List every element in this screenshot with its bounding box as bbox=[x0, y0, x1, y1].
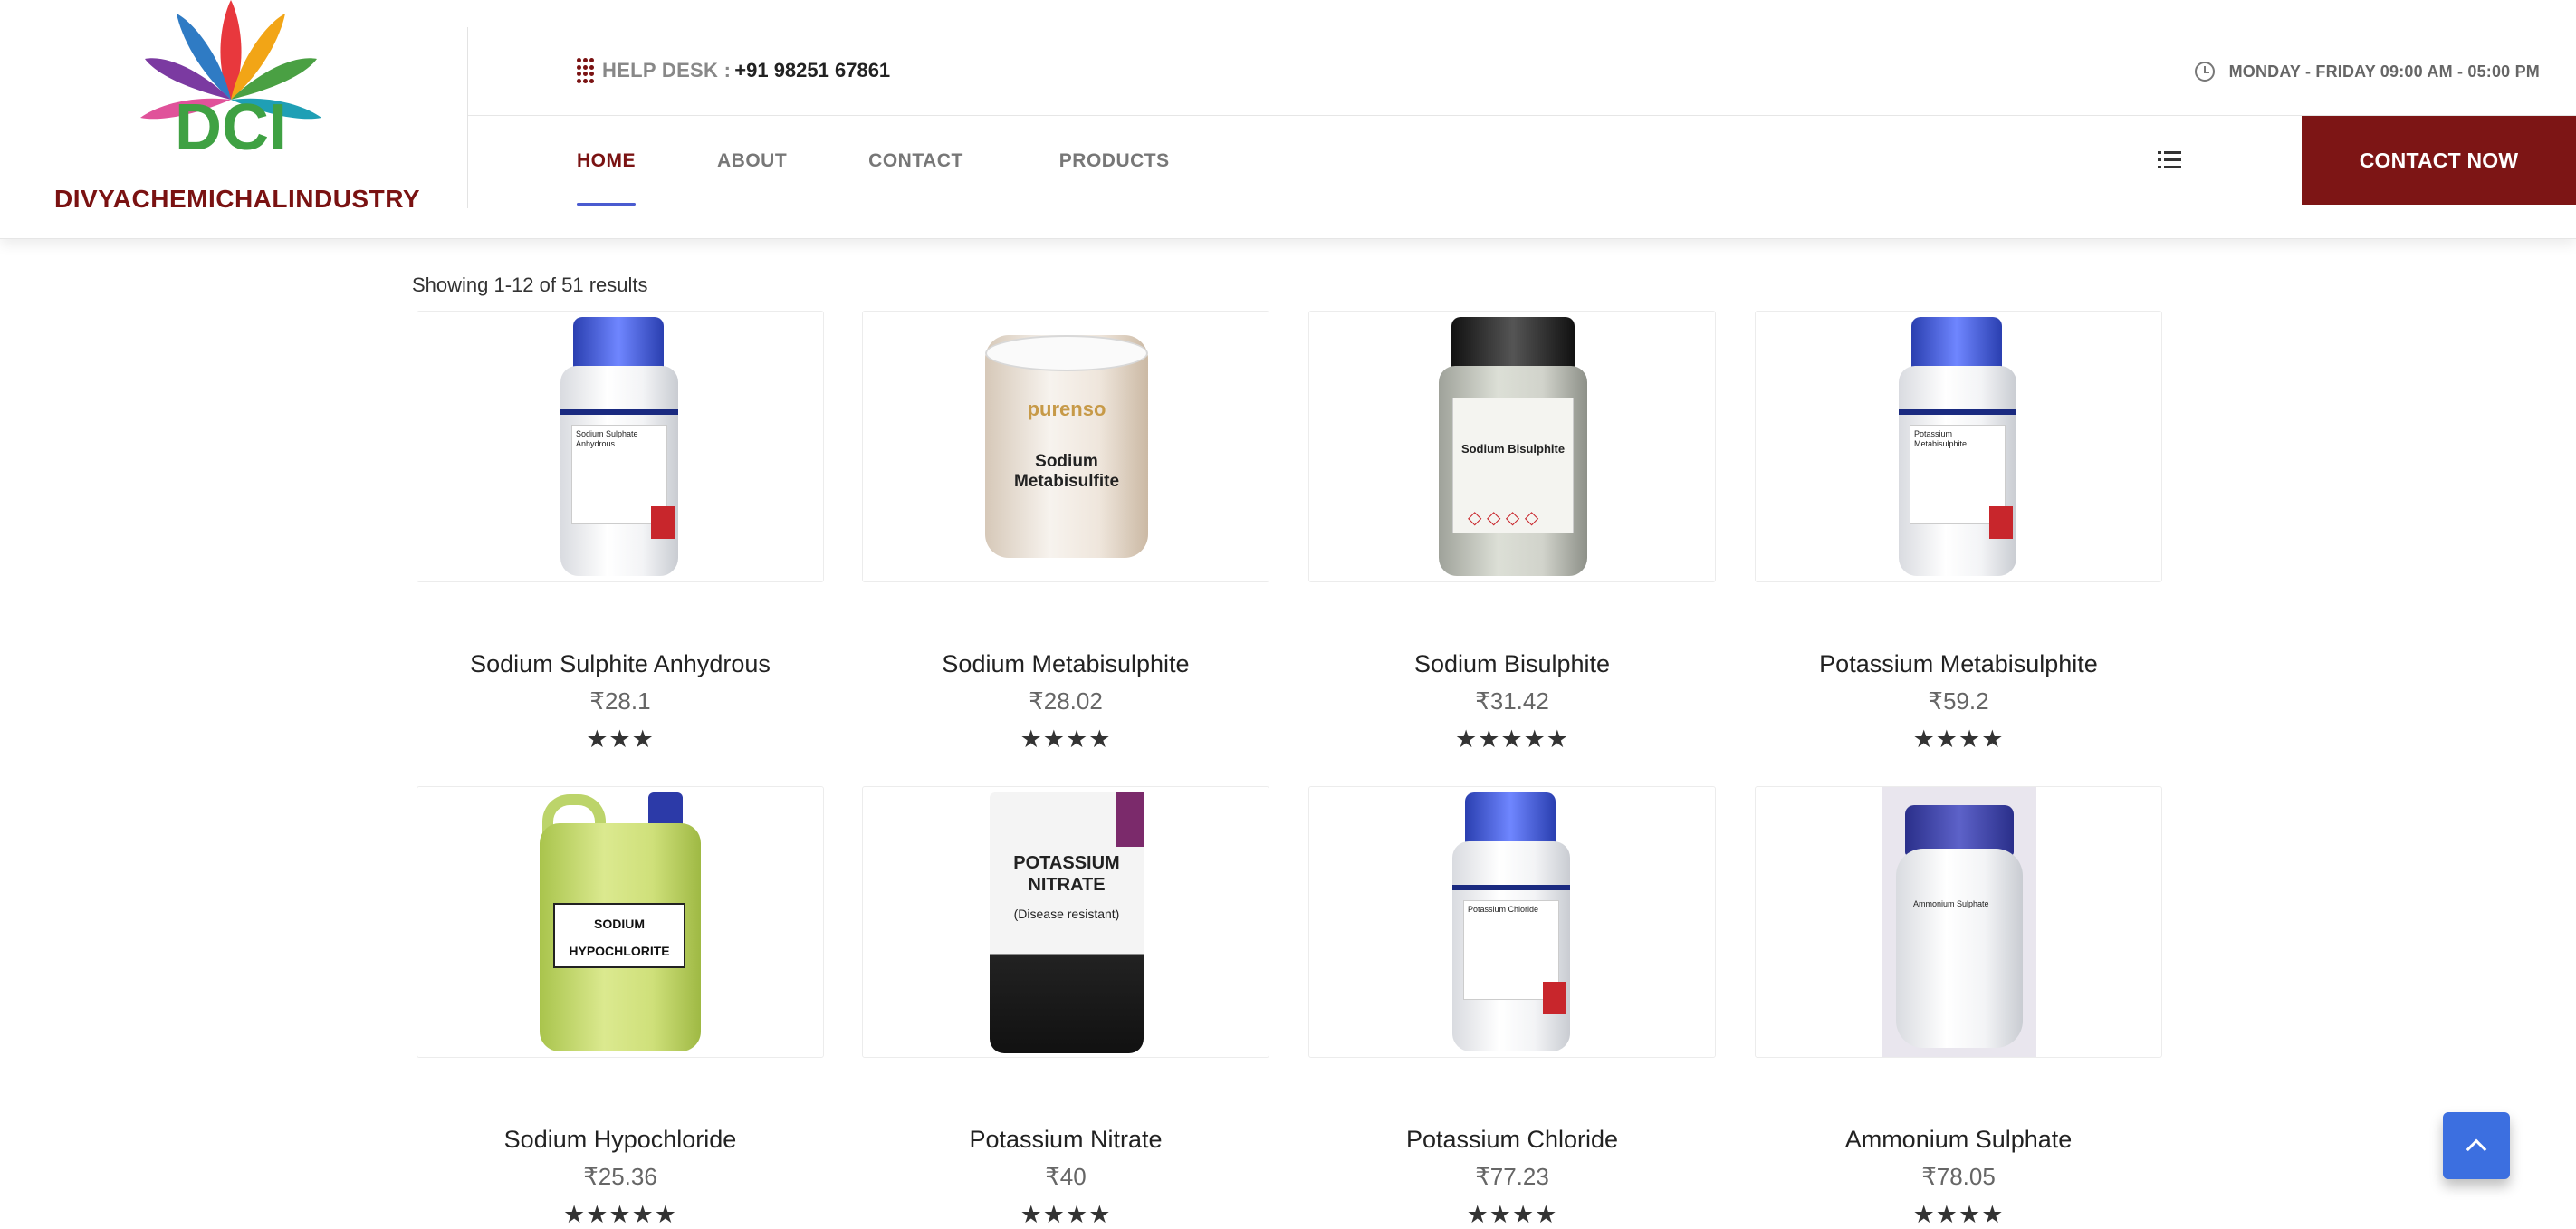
grid-dots-icon bbox=[577, 58, 595, 83]
nav-products[interactable]: PRODUCTS bbox=[1059, 116, 1170, 206]
list-icon[interactable] bbox=[2158, 150, 2181, 170]
rating-stars: ★★★★ bbox=[1912, 1201, 2005, 1228]
clock-icon bbox=[2194, 62, 2215, 82]
logo-flower-icon: DCI bbox=[140, 0, 321, 164]
logo-text: DCI bbox=[175, 91, 287, 164]
product-price: ₹59.2 bbox=[1928, 687, 1989, 715]
product-card[interactable]: Sodium Sulphate Anhydrous Sodium Sulphit… bbox=[417, 311, 824, 753]
product-price: ₹78.05 bbox=[1921, 1163, 1996, 1190]
product-image[interactable]: Potassium Metabisulphite bbox=[1755, 311, 2162, 582]
product-price: ₹28.02 bbox=[1029, 687, 1103, 715]
product-title[interactable]: Sodium Metabisulphite bbox=[862, 650, 1269, 678]
product-image[interactable]: purenso Sodium Metabisulfite bbox=[862, 311, 1269, 582]
product-image-label: Sodium Metabisulfite bbox=[1013, 452, 1120, 491]
rating-stars: ★★★★★ bbox=[1454, 725, 1570, 753]
product-image-label: POTASSIUM NITRATE bbox=[1013, 853, 1120, 895]
product-card[interactable]: SODIUM HYPOCHLORITE Sodium Hypochloride … bbox=[417, 786, 824, 1228]
product-card[interactable]: Potassium Chloride Potassium Chloride ₹7… bbox=[1308, 786, 1716, 1228]
rating-stars: ★★★★ bbox=[1020, 725, 1112, 753]
product-image[interactable]: Sodium Sulphate Anhydrous bbox=[417, 311, 824, 582]
rating-stars: ★★★★★ bbox=[562, 1201, 678, 1228]
product-image-sub: (Disease resistant) bbox=[1013, 907, 1120, 921]
hours-text: MONDAY - FRIDAY 09:00 AM - 05:00 PM bbox=[2228, 62, 2540, 81]
product-image-label: SODIUM HYPOCHLORITE bbox=[553, 903, 685, 968]
product-title[interactable]: Sodium Sulphite Anhydrous bbox=[417, 650, 824, 678]
main-nav: HOME ABOUT CONTACT PRODUCTS bbox=[577, 116, 1170, 206]
product-image-label: Ammonium Sulphate bbox=[1913, 899, 1989, 908]
product-title[interactable]: Potassium Nitrate bbox=[862, 1126, 1269, 1154]
product-title[interactable]: Potassium Chloride bbox=[1308, 1126, 1716, 1154]
nav-about[interactable]: ABOUT bbox=[717, 116, 787, 206]
helpdesk[interactable]: HELP DESK : +91 98251 67861 bbox=[577, 58, 890, 83]
product-card[interactable]: Potassium Metabisulphite Potassium Metab… bbox=[1755, 311, 2162, 753]
results-count: Showing 1-12 of 51 results bbox=[412, 274, 648, 296]
product-title[interactable]: Sodium Bisulphite bbox=[1308, 650, 1716, 678]
top-bar: HELP DESK : +91 98251 67861 MONDAY - FRI… bbox=[468, 0, 2576, 116]
business-hours: MONDAY - FRIDAY 09:00 AM - 05:00 PM bbox=[2194, 62, 2540, 82]
logo[interactable]: DCI DIVYACHEMICHALINDUSTRY bbox=[0, 0, 466, 239]
product-price: ₹25.36 bbox=[583, 1163, 657, 1190]
product-title[interactable]: Sodium Hypochloride bbox=[417, 1126, 824, 1154]
helpdesk-label: HELP DESK : bbox=[602, 59, 732, 82]
brand-name: DIVYACHEMICHALINDUSTRY bbox=[54, 185, 421, 213]
product-price: ₹40 bbox=[1045, 1163, 1087, 1190]
site-header: DCI DIVYACHEMICHALINDUSTRY HELP DESK : +… bbox=[0, 0, 2576, 239]
product-price: ₹77.23 bbox=[1475, 1163, 1549, 1190]
product-card[interactable]: purenso Sodium Metabisulfite Sodium Meta… bbox=[862, 311, 1269, 753]
product-image[interactable]: Potassium Chloride bbox=[1308, 786, 1716, 1058]
product-card[interactable]: POTASSIUM NITRATE (Disease resistant) Po… bbox=[862, 786, 1269, 1228]
nav-home[interactable]: HOME bbox=[577, 116, 636, 206]
product-image[interactable]: SODIUM HYPOCHLORITE bbox=[417, 786, 824, 1058]
product-card[interactable]: Sodium Bisulphite ◇ ◇ ◇ ◇ Sodium Bisulph… bbox=[1308, 311, 1716, 753]
product-image-brand: purenso bbox=[1027, 398, 1106, 420]
helpdesk-phone[interactable]: +91 98251 67861 bbox=[734, 59, 890, 82]
product-title[interactable]: Potassium Metabisulphite bbox=[1755, 650, 2162, 678]
chevron-up-icon bbox=[2466, 1138, 2487, 1160]
rating-stars: ★★★★ bbox=[1466, 1201, 1558, 1228]
product-price: ₹28.1 bbox=[589, 687, 651, 715]
rating-stars: ★★★★ bbox=[1912, 725, 2005, 753]
product-image[interactable]: Ammonium Sulphate bbox=[1755, 786, 2162, 1058]
scroll-to-top-button[interactable] bbox=[2443, 1112, 2510, 1179]
rating-stars: ★★★ bbox=[586, 725, 655, 753]
product-title[interactable]: Ammonium Sulphate bbox=[1755, 1126, 2162, 1154]
nav-contact[interactable]: CONTACT bbox=[868, 116, 963, 206]
contact-now-button[interactable]: CONTACT NOW bbox=[2302, 116, 2576, 205]
product-image[interactable]: POTASSIUM NITRATE (Disease resistant) bbox=[862, 786, 1269, 1058]
product-price: ₹31.42 bbox=[1475, 687, 1549, 715]
product-image[interactable]: Sodium Bisulphite ◇ ◇ ◇ ◇ bbox=[1308, 311, 1716, 582]
rating-stars: ★★★★ bbox=[1020, 1201, 1112, 1228]
product-card[interactable]: Ammonium Sulphate Ammonium Sulphate ₹78.… bbox=[1755, 786, 2162, 1228]
